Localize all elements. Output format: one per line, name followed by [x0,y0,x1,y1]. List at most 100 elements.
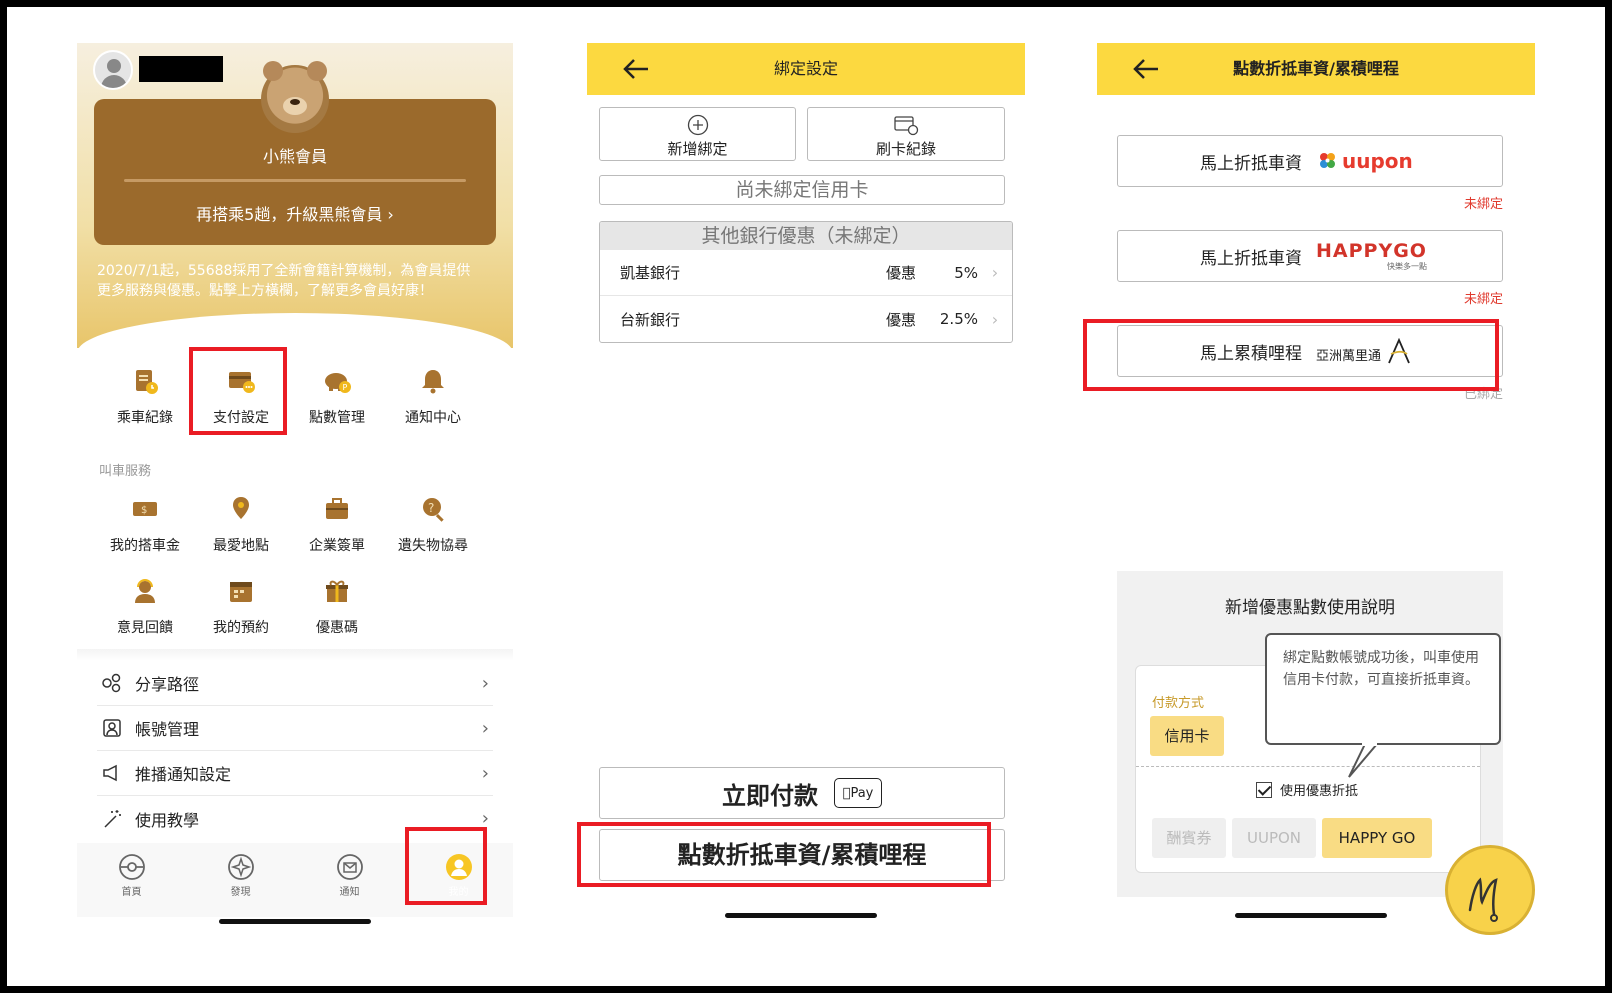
section-label-ride-services: 叫車服務 [99,464,152,479]
svg-text:$: $ [141,505,147,516]
page-title: 綁定設定 [773,59,838,78]
favorite-place-icon [225,493,257,525]
chevron-right-icon: › [481,808,489,829]
other-banks-header: 其他銀行優惠（未綁定） [600,222,1012,250]
header-bar: 綁定設定 [587,43,1025,95]
chevron-right-icon: › [481,717,489,739]
happygo-chip: HAPPY GO [1322,818,1432,858]
share-icon [102,673,121,693]
magic-wand-icon [104,809,121,828]
other-bank-offers: 其他銀行優惠（未綁定） 凱基銀行 優惠 5% › 台新銀行 優惠 2.5% › [599,221,1013,343]
home-icon [118,854,145,880]
member-progress-bar [124,179,466,182]
pay-now-button[interactable]: 立即付款 Pay [599,767,1005,819]
service-grid-row1: $ 我的搭車金 最愛地點 企業簽單 ? 遺失物協尋 [97,493,497,555]
uupon-redeem-button[interactable]: 馬上折抵車資 uupon [1117,135,1503,187]
tab-discover[interactable]: 發現 [186,843,295,917]
highlight-payment-settings [189,347,287,435]
chevron-right-icon: › [991,309,999,329]
menu-push-notification[interactable]: 推播通知設定 › [97,751,493,796]
bear-mascot-icon [261,61,329,133]
ride-record-icon [129,365,161,397]
menu-account-management[interactable]: 帳號管理 › [97,706,493,751]
checkbox-checked-icon [1256,781,1272,798]
uupon-status: 未綁定 [1463,197,1503,212]
highlight-asiamiles [1083,319,1499,391]
use-discount-checkbox: 使用優惠折抵 [1256,780,1358,799]
tab-home[interactable]: 首頁 [77,843,186,917]
chevron-right-icon: › [481,672,489,694]
uupon-logo: uupon [1316,149,1413,173]
membership-notice[interactable]: 2020/7/1起，55688採用了全新會籍計算機制，為會員提供更多服務與優惠。… [97,261,477,301]
phone-member-profile: 小熊會員 再搭乘5趟，升級黑熊會員 › 2020/7/1起，55688採用了全新… [77,43,513,951]
apple-logo-icon:  [843,786,851,801]
card-record-icon [894,116,919,136]
watermark-logo [1445,845,1535,935]
menu-share-route[interactable]: 分享路徑 › [97,661,493,706]
service-grid-row2: 意見回饋 我的預約 優惠碼 [97,575,497,637]
apple-pay-badge: Pay [834,778,882,808]
settings-menu: 分享路徑 › 帳號管理 › 推播通知設定 › 使用教學 › [97,661,493,841]
lost-item-icon: ? [417,493,449,525]
grid-ride-money[interactable]: $ 我的搭車金 [97,493,193,555]
home-indicator [725,913,877,918]
calendar-icon [225,575,257,607]
add-binding-button[interactable]: 新增綁定 [599,107,796,161]
gift-icon [321,575,353,607]
piggy-bank-icon: P [321,365,353,397]
happygo-logo: HAPPYGO 快樂多一點 [1316,239,1427,271]
uupon-flower-icon [1320,153,1335,168]
avatar[interactable] [93,50,133,90]
mail-icon [336,854,363,880]
enterprise-icon [321,493,353,525]
chevron-right-icon: › [481,762,489,784]
account-grid: 乘車紀錄 支付設定 P 點數管理 通知中心 [97,365,497,427]
grid-ride-record[interactable]: 乘車紀錄 [97,365,193,427]
bank-row[interactable]: 凱基銀行 優惠 5% › [600,250,1012,296]
highlight-my-tab [405,827,487,905]
grid-notification-center[interactable]: 通知中心 [385,365,481,427]
ride-money-icon: $ [129,493,161,525]
home-indicator [219,919,371,924]
grid-enterprise-sign[interactable]: 企業簽單 [289,493,385,555]
help-title: 新增優惠點數使用說明 [1225,598,1395,618]
reward-voucher-chip: 酬賓券 [1152,818,1226,858]
grid-lost-items[interactable]: ? 遺失物協尋 [385,493,481,555]
m-signature-icon [1468,877,1498,922]
tooltip-tail [1348,743,1377,778]
member-upgrade-link[interactable]: 再搭乘5趟，升級黑熊會員 › [94,201,496,225]
svg-text:P: P [343,383,348,392]
phone-binding-settings: 綁定設定 新增綁定 刷卡紀錄 尚未綁定信用卡 其他銀行優惠（未綁定） 凱基銀行 … [587,43,1025,951]
happygo-redeem-button[interactable]: 馬上折抵車資 HAPPYGO 快樂多一點 [1117,230,1503,282]
grid-my-reservation[interactable]: 我的預約 [193,575,289,637]
discover-icon [227,854,254,880]
feedback-icon [129,575,161,607]
plus-circle-icon [687,114,708,136]
canvas: 小熊會員 再搭乘5趟，升級黑熊會員 › 2020/7/1起，55688採用了全新… [7,7,1605,986]
megaphone-icon [103,764,117,782]
page-title: 點數折抵車資/累積哩程 [1233,59,1399,78]
phone-points-redeem: 點數折抵車資/累積哩程 馬上折抵車資 uupon 未綁定 馬上折抵車資 HAPP… [1097,43,1535,951]
bell-icon [417,365,449,397]
grid-feedback[interactable]: 意見回饋 [97,575,193,637]
bank-row[interactable]: 台新銀行 優惠 2.5% › [600,296,1012,342]
grid-favorite-places[interactable]: 最愛地點 [193,493,289,555]
member-level-title: 小熊會員 [262,147,327,166]
credit-card-chip: 信用卡 [1150,716,1224,756]
uupon-chip: UUPON [1232,818,1316,858]
grid-points-management[interactable]: P 點數管理 [289,365,385,427]
card-record-button[interactable]: 刷卡紀錄 [807,107,1005,161]
chevron-right-icon: › [991,263,999,282]
svg-text:?: ? [428,501,434,515]
home-indicator [1235,913,1387,918]
tooltip: 綁定點數帳號成功後，叫車使用信用卡付款，可直接折抵車資。 [1265,633,1501,745]
happygo-status: 未綁定 [1463,292,1503,307]
help-panel: 新增優惠點數使用說明 付款方式 信用卡 使用優惠折抵 酬賓券 UUPON HAP… [1117,571,1503,897]
highlight-points-button [577,822,991,887]
header-bar: 點數折抵車資/累積哩程 [1097,43,1535,95]
tab-notifications[interactable]: 通知 [295,843,404,917]
redacted-username [139,56,223,82]
account-icon [103,719,121,737]
grid-promo-code[interactable]: 優惠碼 [289,575,385,637]
no-card-bound-banner: 尚未綁定信用卡 [599,175,1005,205]
